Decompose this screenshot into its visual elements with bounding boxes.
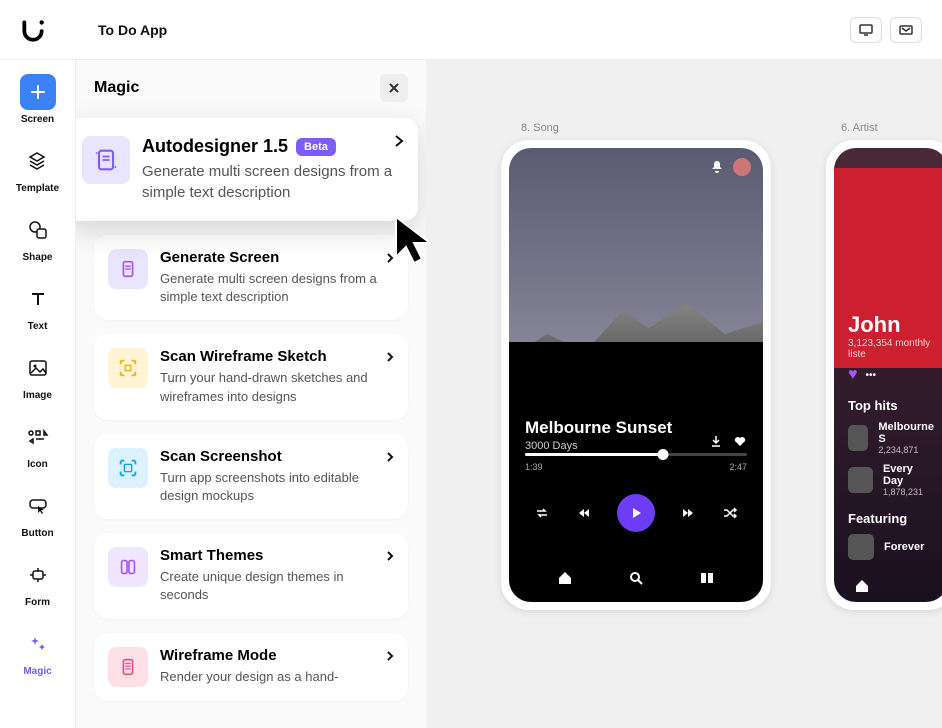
prev-icon (576, 506, 592, 520)
magic-card-generate-screen[interactable]: Generate Screen Generate multi screen de… (94, 235, 408, 320)
scan-screenshot-icon (108, 448, 148, 488)
tool-button[interactable]: Button (20, 488, 56, 539)
home-icon (557, 570, 573, 586)
time-current: 1:39 (525, 462, 543, 472)
next-icon (680, 506, 696, 520)
tool-template[interactable]: Template (16, 143, 59, 194)
featuring-label: Featuring (848, 511, 934, 526)
card-title: Wireframe Mode (160, 647, 394, 664)
time-total: 2:47 (729, 462, 747, 472)
wireframe-mode-icon (108, 647, 148, 687)
hit-row: Forever (848, 534, 934, 560)
library-icon (699, 570, 715, 586)
hit-row: Melbourne S 2,234,871 (848, 421, 934, 455)
card-title: Autodesigner 1.5 (142, 136, 288, 157)
download-icon (709, 434, 723, 448)
more-icon: ••• (866, 370, 877, 381)
shape-icon (20, 212, 56, 248)
button-icon (20, 488, 56, 524)
search-icon (628, 570, 644, 586)
repeat-icon (534, 506, 550, 520)
app-logo[interactable] (20, 16, 48, 44)
topbar: To Do App (0, 0, 942, 60)
card-title: Scan Wireframe Sketch (160, 348, 394, 365)
form-icon (20, 557, 56, 593)
top-hits-label: Top hits (848, 398, 934, 413)
play-button[interactable] (617, 494, 655, 532)
card-desc: Turn your hand-drawn sketches and wirefr… (160, 369, 394, 405)
home-icon (854, 578, 870, 594)
card-desc: Generate multi screen designs from a sim… (142, 161, 400, 203)
artist-name: John (848, 312, 934, 338)
play-icon (629, 506, 643, 520)
heart-icon (733, 434, 747, 448)
progress-bar[interactable]: 1:39 2:47 (525, 453, 747, 472)
magic-card-smart-themes[interactable]: Smart Themes Create unique design themes… (94, 533, 408, 618)
tool-form[interactable]: Form (20, 557, 56, 608)
magic-panel: Magic Autodesigner 1.5 Beta Generate mul… (76, 60, 426, 728)
mockup-artist[interactable]: John 3,123,354 monthly liste ♥ ••• Top h… (826, 140, 942, 610)
tool-screen[interactable]: Screen (20, 74, 56, 125)
chevron-right-icon (386, 649, 394, 667)
magic-card-scan-screenshot[interactable]: Scan Screenshot Turn app screenshots int… (94, 434, 408, 519)
magic-panel-title: Magic (94, 79, 139, 97)
share-button[interactable] (890, 17, 922, 43)
card-title: Scan Screenshot (160, 448, 394, 465)
autodesigner-icon (82, 136, 130, 184)
beta-badge: Beta (296, 138, 336, 156)
shuffle-icon (722, 506, 738, 520)
cursor-icon (392, 213, 442, 276)
card-title: Smart Themes (160, 547, 394, 564)
tool-icon[interactable]: Icon (20, 419, 56, 470)
artist-listeners: 3,123,354 monthly liste (848, 338, 934, 360)
tool-image[interactable]: Image (20, 350, 56, 401)
mockup-label-artist: 6. Artist (841, 122, 878, 134)
card-desc: Generate multi screen designs from a sim… (160, 270, 394, 306)
generate-screen-icon (108, 249, 148, 289)
chevron-right-icon (394, 134, 404, 153)
smart-themes-icon (108, 547, 148, 587)
card-desc: Render your design as a hand- (160, 668, 394, 686)
heart-icon: ♥ (848, 366, 858, 384)
magic-card-autodesigner[interactable]: Autodesigner 1.5 Beta Generate multi scr… (76, 118, 418, 221)
card-desc: Turn app screenshots into editable desig… (160, 469, 394, 505)
tool-sidebar: Screen Template Shape Text Image (0, 60, 76, 728)
layers-icon (19, 143, 55, 179)
text-icon (20, 281, 56, 317)
scan-wireframe-icon (108, 348, 148, 388)
card-title: Generate Screen (160, 249, 394, 266)
bell-icon (711, 160, 723, 174)
close-button[interactable] (380, 74, 408, 102)
tool-shape[interactable]: Shape (20, 212, 56, 263)
card-desc: Create unique design themes in seconds (160, 568, 394, 604)
magic-card-scan-wireframe[interactable]: Scan Wireframe Sketch Turn your hand-dra… (94, 334, 408, 419)
chevron-right-icon (386, 549, 394, 567)
avatar (733, 158, 751, 176)
image-icon (20, 350, 56, 386)
icon-tool-icon (20, 419, 56, 455)
close-icon (388, 82, 400, 94)
tool-text[interactable]: Text (20, 281, 56, 332)
hit-row: Every Day 1,878,231 (848, 463, 934, 497)
magic-icon (20, 626, 56, 662)
plus-icon (20, 74, 56, 110)
chevron-right-icon (386, 450, 394, 468)
app-title: To Do App (98, 22, 167, 38)
design-canvas[interactable]: 8. Song 6. Artist Melbourne Sunset 3000 … (426, 60, 942, 728)
chevron-right-icon (386, 350, 394, 368)
tool-magic[interactable]: Magic (20, 626, 56, 677)
magic-card-wireframe-mode[interactable]: Wireframe Mode Render your design as a h… (94, 633, 408, 701)
mockup-label-song: 8. Song (521, 122, 559, 134)
desktop-preview-button[interactable] (850, 17, 882, 43)
mockup-song[interactable]: Melbourne Sunset 3000 Days 1:39 2:47 (501, 140, 771, 610)
